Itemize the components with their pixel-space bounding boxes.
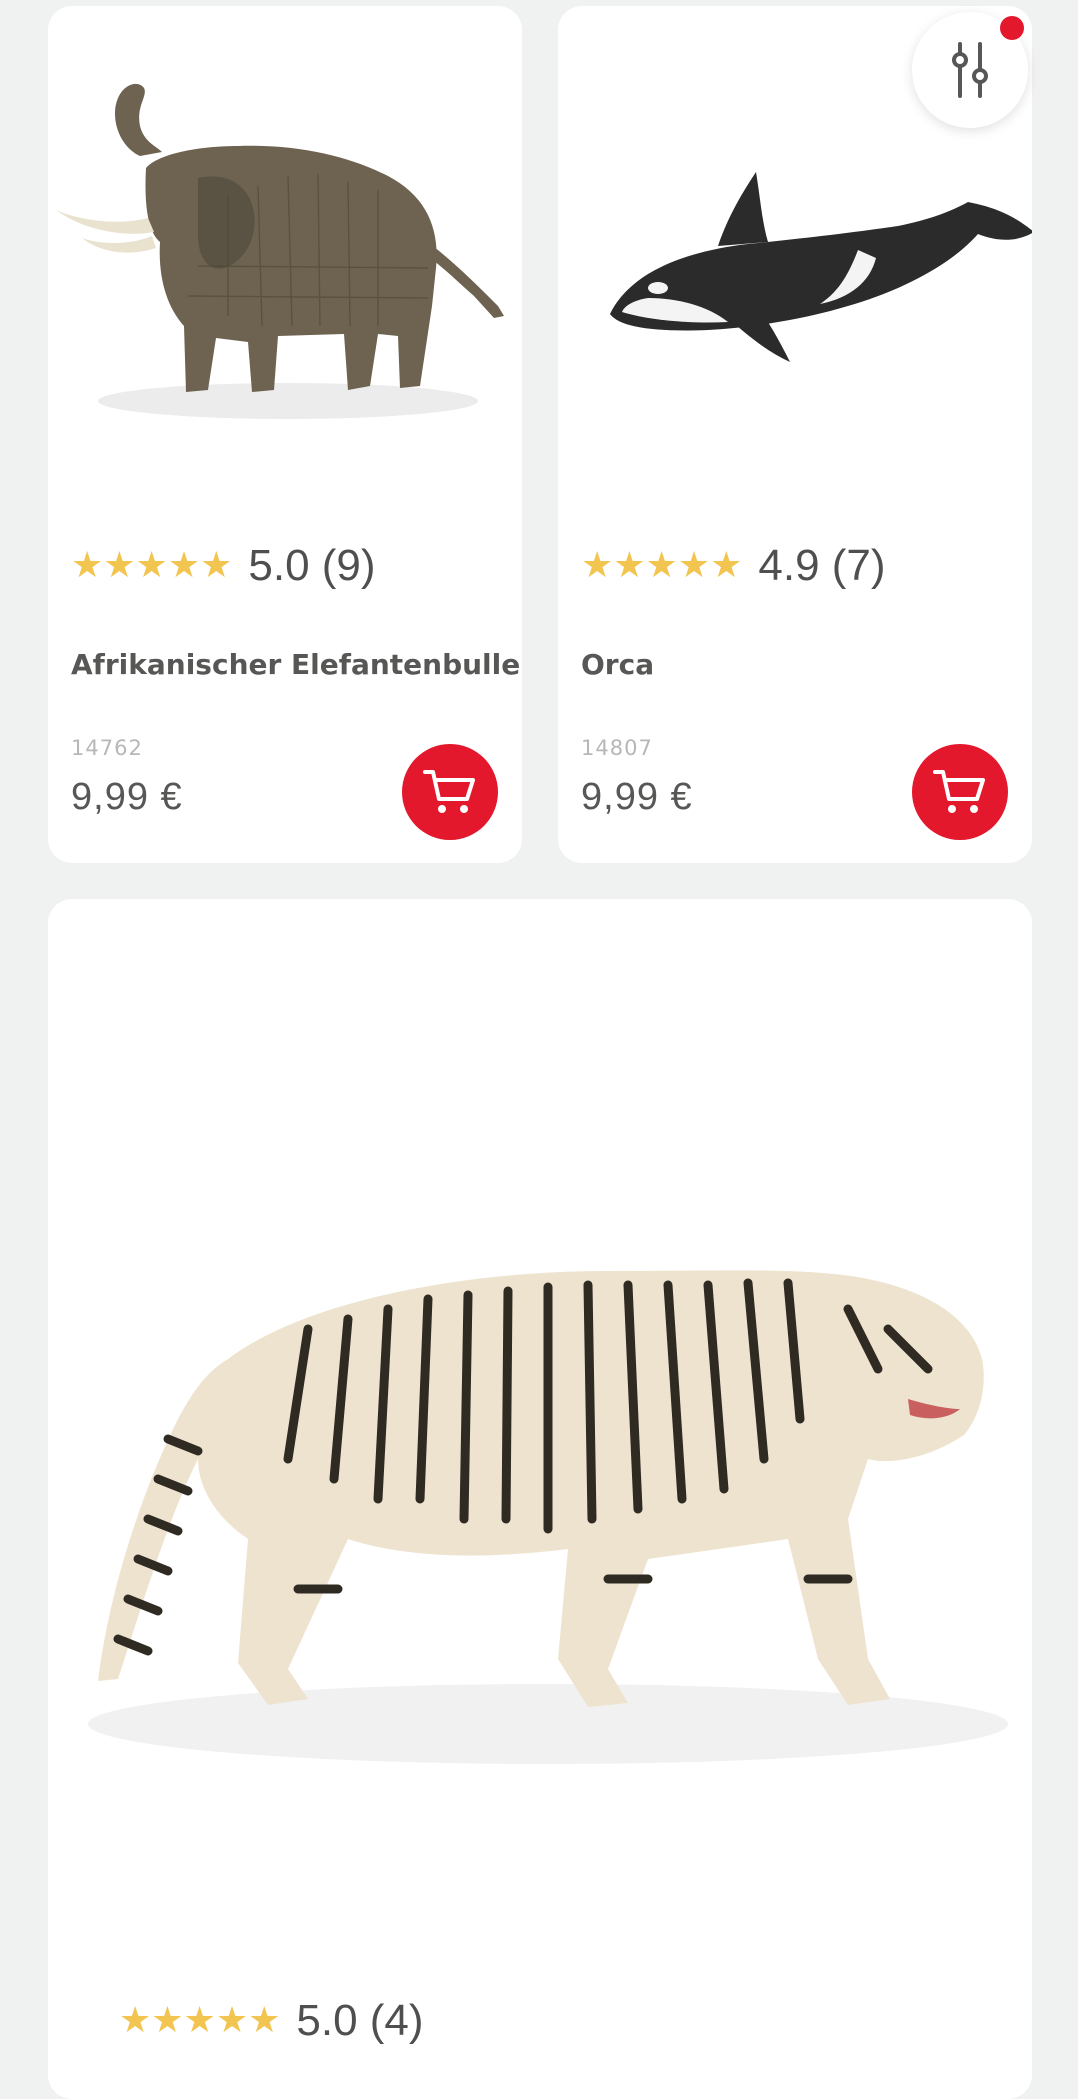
product-rating: ★★★★★ 5.0 (4) [119, 1987, 424, 2055]
product-image[interactable] [48, 6, 522, 466]
product-rating: ★★★★★ 4.9 (7) [581, 532, 886, 600]
rating-stars: ★★★★★ [71, 545, 233, 586]
rating-stars: ★★★★★ [119, 2000, 281, 2041]
product-image[interactable] [48, 899, 1032, 1999]
product-price: 9,99 € [71, 776, 183, 818]
cart-icon [933, 770, 985, 813]
product-price: 9,99 € [581, 776, 693, 818]
product-card[interactable]: ★★★★★ 4.9 (7) Orca 14807 9,99 € [558, 6, 1032, 863]
rating-value: 5.0 (9) [248, 541, 376, 590]
product-card[interactable]: ★★★★★ 5.0 (9) Afrikanischer Elefantenbul… [48, 6, 522, 863]
rating-stars: ★★★★★ [581, 545, 743, 586]
product-sku: 14807 [581, 736, 653, 760]
product-card[interactable]: ★★★★★ 5.0 (4) [48, 899, 1032, 2099]
rating-value: 4.9 (7) [758, 541, 886, 590]
sliders-icon [952, 42, 988, 98]
product-rating: ★★★★★ 5.0 (9) [71, 532, 376, 600]
product-sku: 14762 [71, 736, 143, 760]
filter-active-badge [1000, 16, 1024, 40]
elephant-figure-image [56, 83, 504, 419]
add-to-cart-button[interactable] [402, 744, 498, 840]
rating-value: 5.0 (4) [296, 1996, 424, 2045]
white-tiger-figure-image [88, 1270, 1008, 1764]
product-name[interactable]: Afrikanischer Elefantenbulle [71, 648, 520, 681]
cart-icon [423, 770, 475, 813]
add-to-cart-button[interactable] [912, 744, 1008, 840]
product-name[interactable]: Orca [581, 648, 654, 681]
